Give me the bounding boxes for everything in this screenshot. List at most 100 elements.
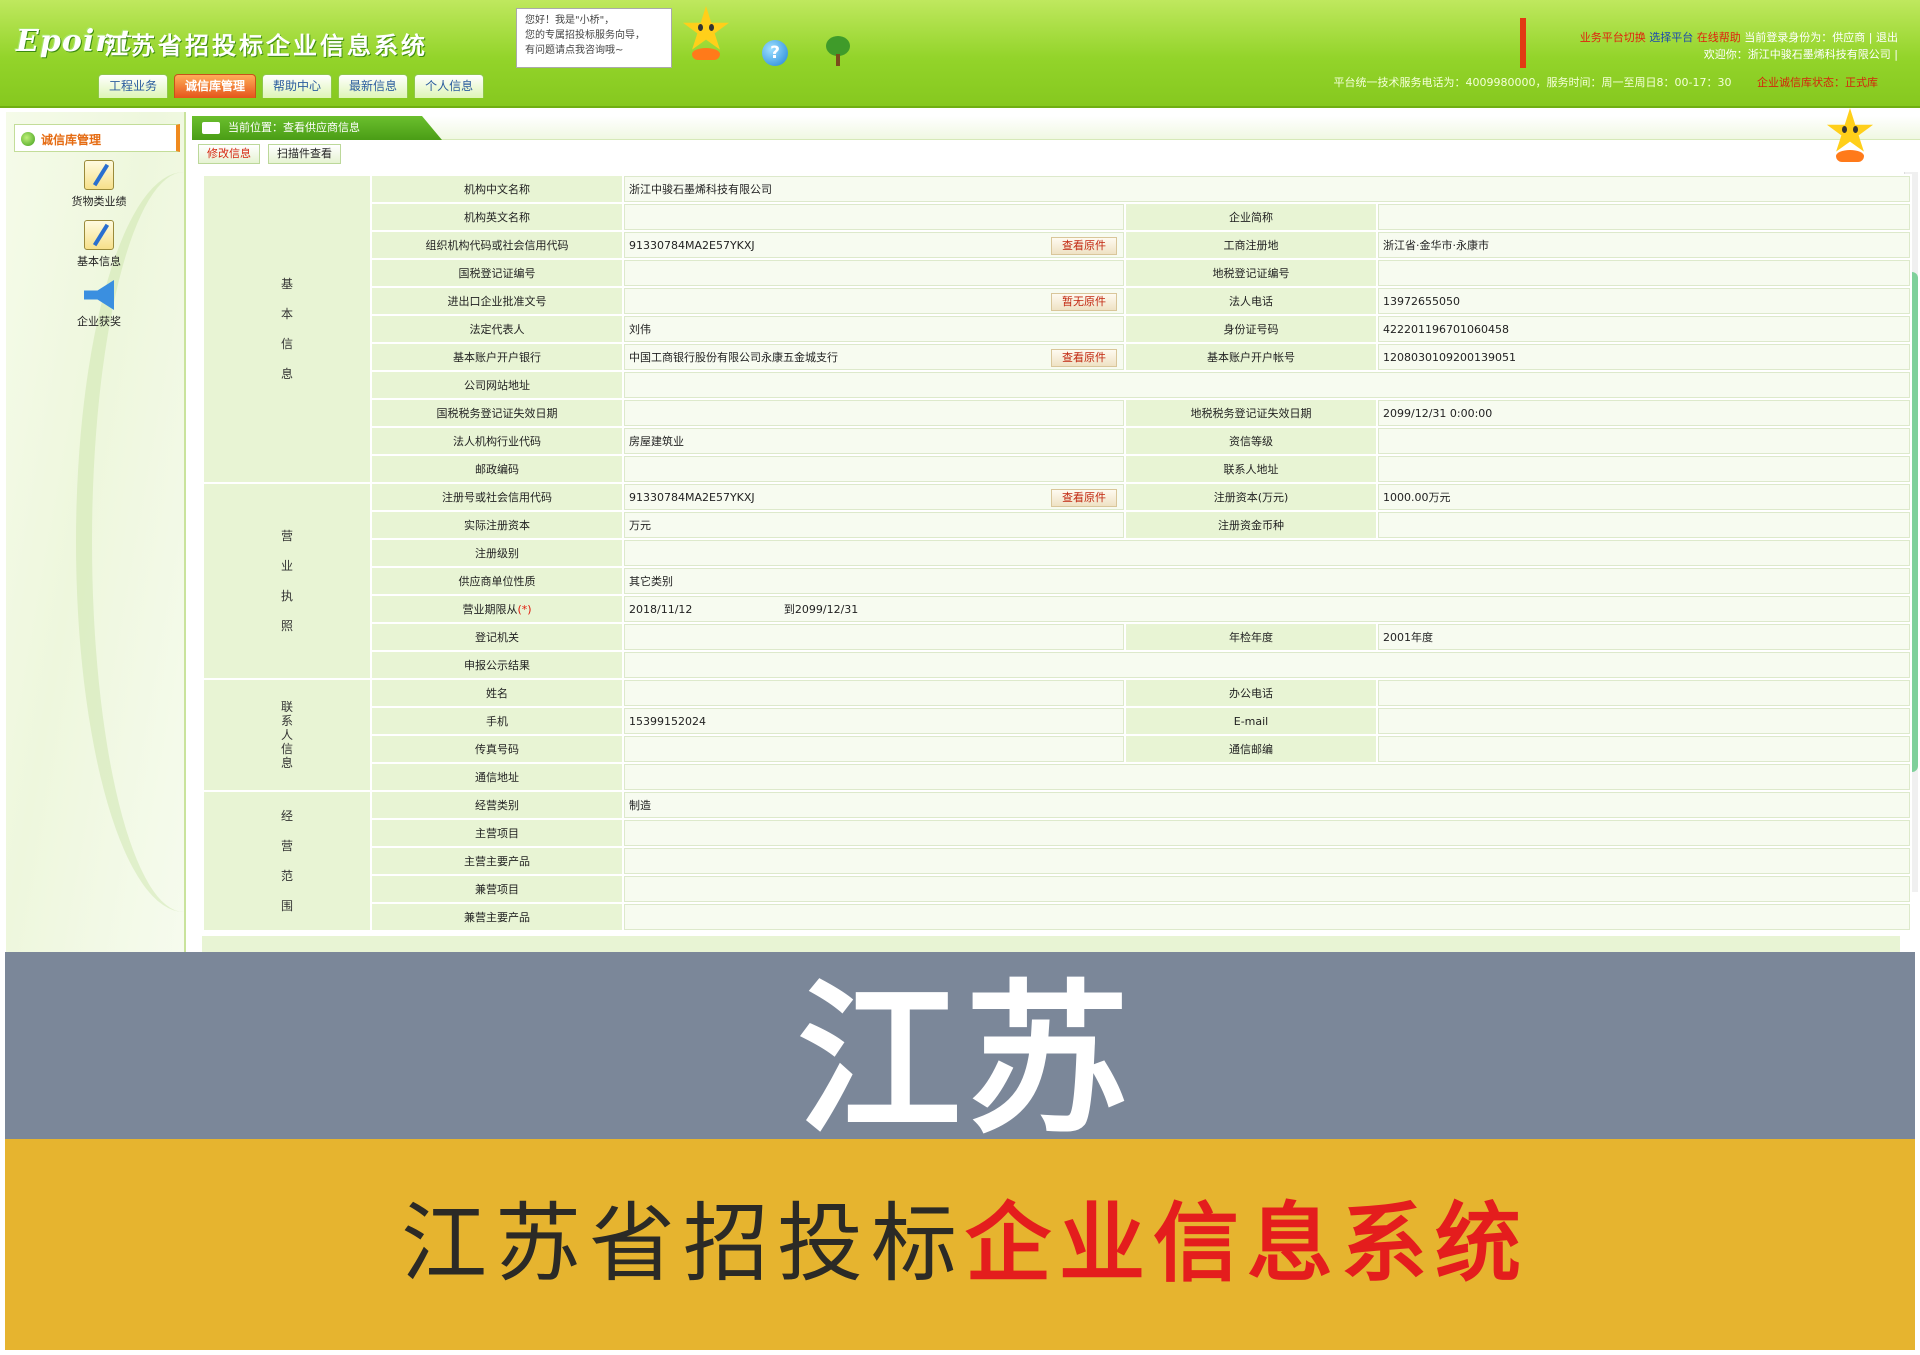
helper-speech-bubble[interactable]: 您好！我是"小桥"， 您的专属招投标服务向导， 有问题请点我咨询哦~ xyxy=(516,8,672,68)
view-original-button[interactable]: 查看原件 xyxy=(1051,489,1117,507)
edit-note-icon xyxy=(84,220,114,250)
reg-no-cell: 91330784MA2E57YKXJ 查看原件 xyxy=(624,484,1124,510)
star-mascot-icon[interactable] xyxy=(676,4,736,64)
help-question-icon[interactable]: ? xyxy=(762,40,788,66)
sidebar-item-goods-performance[interactable]: 货物类业绩 xyxy=(44,160,154,209)
field-label: 姓名 xyxy=(372,680,622,706)
sidebar: 诚信库管理 货物类业绩 基本信息 企业获奖 xyxy=(6,112,186,952)
location-icon xyxy=(202,122,220,134)
tagline: 江苏省招投标企业信息系统 xyxy=(5,1189,1920,1299)
view-original-button[interactable]: 查看原件 xyxy=(1051,237,1117,255)
sidebar-header[interactable]: 诚信库管理 xyxy=(14,124,180,152)
tab-engineering[interactable]: 工程业务 xyxy=(98,74,169,98)
field-label: 资信等级 xyxy=(1126,428,1376,454)
bank-account-value: 1208030109200139051 xyxy=(1378,344,1911,370)
logout-link[interactable]: 退出 xyxy=(1876,31,1898,44)
field-label: 通信邮编 xyxy=(1126,736,1376,762)
reg-authority-value xyxy=(624,624,1124,650)
supplier-info-table: 基本信息 机构中文名称 浙江中骏石墨烯科技有限公司 机构英文名称 企业简称 组织… xyxy=(202,174,1913,932)
email-value xyxy=(1378,708,1911,734)
main-products-value xyxy=(624,848,1911,874)
field-label: 主营主要产品 xyxy=(372,848,622,874)
breadcrumb-text: 当前位置：查看供应商信息 xyxy=(228,121,360,134)
org-code-cell: 91330784MA2E57YKXJ 查看原件 xyxy=(624,232,1124,258)
field-label: 公司网站地址 xyxy=(372,372,622,398)
welcome-text: 欢迎你：浙江中骏石墨烯科技有限公司 xyxy=(1703,48,1891,61)
bank-value: 中国工商银行股份有限公司永康五金城支行 xyxy=(629,351,838,364)
postcode-value xyxy=(624,456,1124,482)
service-line: 平台统一技术服务电话为：4009980000，服务时间：周一至周日8：00-17… xyxy=(1333,76,1732,89)
main-content: 当前位置：查看供应商信息 修改信息 扫描件查看 基本信息 机构中文名称 浙江中骏… xyxy=(192,108,1920,954)
star-mascot-icon[interactable] xyxy=(1820,106,1880,166)
business-term-label: 营业期限从(*) xyxy=(372,596,622,622)
top-header: Epoint 江苏省招投标企业信息系统 您好！我是"小桥"， 您的专属招投标服务… xyxy=(0,0,1920,108)
select-platform-link[interactable]: 选择平台 xyxy=(1649,31,1693,44)
field-label: 登记机关 xyxy=(372,624,622,650)
view-scans-button[interactable]: 扫描件查看 xyxy=(268,144,341,164)
section-business-scope: 经营范围 xyxy=(204,792,370,930)
field-label: 申报公示结果 xyxy=(372,652,622,678)
section-contact-info: 联系人信息 xyxy=(204,680,370,790)
sidebar-item-label: 企业获奖 xyxy=(77,315,121,328)
field-label: 国税税务登记证失效日期 xyxy=(372,400,622,426)
local-tax-value xyxy=(1378,260,1911,286)
company-cn-name-value: 浙江中骏石墨烯科技有限公司 xyxy=(624,176,1911,202)
field-label: 注册资本(万元) xyxy=(1126,484,1376,510)
edit-info-button[interactable]: 修改信息 xyxy=(198,144,260,164)
sidebar-item-basic-info[interactable]: 基本信息 xyxy=(44,220,154,269)
legal-phone-value: 13972655050 xyxy=(1378,288,1911,314)
currency-value xyxy=(1378,512,1911,538)
industry-code-value: 房屋建筑业 xyxy=(624,428,1124,454)
mail-code-value xyxy=(1378,736,1911,762)
tab-latest-info[interactable]: 最新信息 xyxy=(338,74,409,98)
service-status-bar: 平台统一技术服务电话为：4009980000，服务时间：周一至周日8：00-17… xyxy=(1334,74,1878,90)
field-label: 年检年度 xyxy=(1126,624,1376,650)
annual-check-value: 2001年度 xyxy=(1378,624,1911,650)
bank-cell: 中国工商银行股份有限公司永康五金城支行 查看原件 xyxy=(624,344,1124,370)
province-banner: 江苏 xyxy=(0,952,1920,1156)
national-tax-value xyxy=(624,260,1124,286)
field-label: 国税登记证编号 xyxy=(372,260,622,286)
field-label: 机构中文名称 xyxy=(372,176,622,202)
sidebar-item-awards[interactable]: 企业获奖 xyxy=(44,280,154,329)
field-label: 基本账户开户帐号 xyxy=(1126,344,1376,370)
company-en-name-value xyxy=(624,204,1124,230)
field-label: 主营项目 xyxy=(372,820,622,846)
field-label: 组织机构代码或社会信用代码 xyxy=(372,232,622,258)
view-original-button[interactable]: 查看原件 xyxy=(1051,349,1117,367)
action-toolbar: 修改信息 扫描件查看 xyxy=(198,144,341,164)
main-items-value xyxy=(624,820,1911,846)
field-label: 进出口企业批准文号 xyxy=(372,288,622,314)
helper-line-1: 您好！我是"小桥"， xyxy=(525,15,615,26)
tab-credit-library[interactable]: 诚信库管理 xyxy=(174,74,257,98)
online-help-link[interactable]: 在线帮助 xyxy=(1697,31,1741,44)
tab-personal-info[interactable]: 个人信息 xyxy=(414,74,485,98)
field-label: 经营类别 xyxy=(372,792,622,818)
org-code-value: 91330784MA2E57YKXJ xyxy=(629,238,755,252)
header-divider xyxy=(1520,18,1526,68)
no-original-button[interactable]: 暂无原件 xyxy=(1051,293,1117,311)
field-label: 通信地址 xyxy=(372,764,622,790)
field-label: 注册级别 xyxy=(372,540,622,566)
field-label: 工商注册地 xyxy=(1126,232,1376,258)
unit-nature-value: 其它类别 xyxy=(624,568,1911,594)
breadcrumb-bar: 当前位置：查看供应商信息 xyxy=(192,116,1920,140)
field-label: 供应商单位性质 xyxy=(372,568,622,594)
province-title: 江苏 xyxy=(796,963,1133,1156)
tagline-highlight: 企业信息系统 xyxy=(965,1194,1529,1294)
section-basic-info: 基本信息 xyxy=(204,176,370,482)
tagline-plain: 江苏省招投标 xyxy=(401,1194,965,1294)
field-label: 手机 xyxy=(372,708,622,734)
publicity-result-value xyxy=(624,652,1911,678)
system-title: 江苏省招投标企业信息系统 xyxy=(104,32,428,60)
tab-help-center[interactable]: 帮助中心 xyxy=(262,74,333,98)
field-label: 传真号码 xyxy=(372,736,622,762)
field-label: 身份证号码 xyxy=(1126,316,1376,342)
tree-icon[interactable] xyxy=(824,36,852,66)
field-label: 法人电话 xyxy=(1126,288,1376,314)
field-label: 法人机构行业代码 xyxy=(372,428,622,454)
fax-value xyxy=(624,736,1124,762)
switch-platform-link[interactable]: 业务平台切换 xyxy=(1580,31,1646,44)
business-term-value: 2018/11/12 到2099/12/31 xyxy=(624,596,1911,622)
credit-grade-value xyxy=(1378,428,1911,454)
